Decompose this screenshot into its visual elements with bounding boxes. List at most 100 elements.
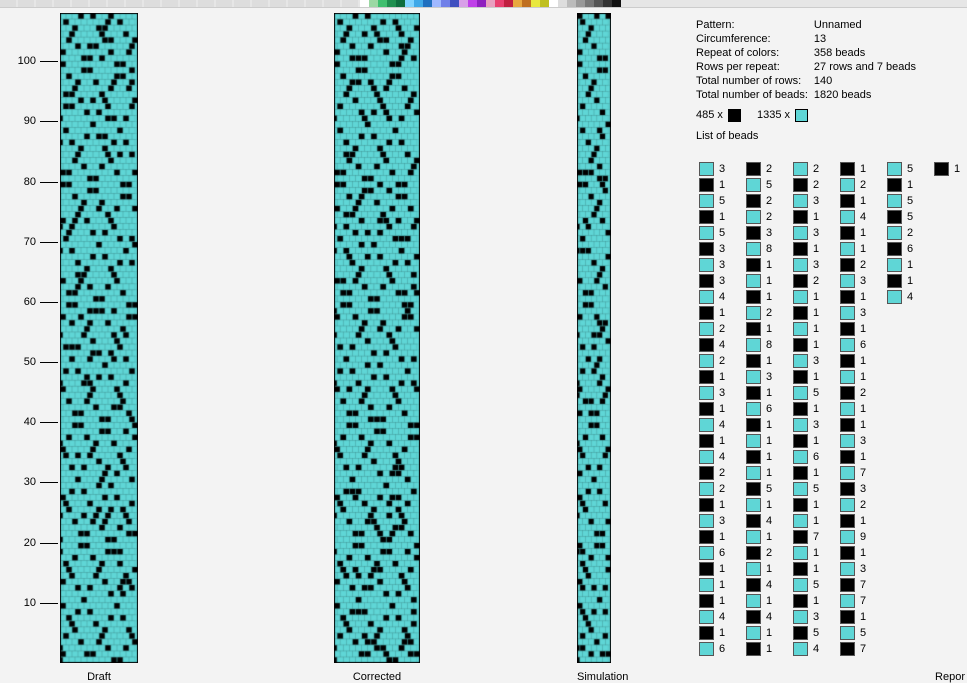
bead-list-item: 5 — [884, 161, 915, 177]
tool-button[interactable] — [126, 0, 142, 7]
bead-list-column: 2231313211113151316151171151354 — [790, 161, 821, 657]
palette-swatch[interactable] — [423, 0, 432, 7]
bead-swatch — [793, 242, 808, 256]
bead-swatch — [887, 194, 902, 208]
bead-count: 1 — [766, 531, 774, 543]
bead-swatch — [887, 274, 902, 288]
palette-swatch[interactable] — [441, 0, 450, 7]
bead-list-item: 1 — [790, 561, 821, 577]
palette-swatch[interactable] — [504, 0, 513, 7]
palette-swatch[interactable] — [360, 0, 369, 7]
bead-count: 5 — [907, 195, 915, 207]
bead-swatch — [699, 562, 714, 576]
bead-count: 1 — [813, 547, 821, 559]
bead-swatch — [793, 546, 808, 560]
palette-swatch[interactable] — [513, 0, 522, 7]
tool-button[interactable] — [342, 0, 358, 7]
bead-swatch — [840, 642, 855, 656]
tool-button[interactable] — [198, 0, 214, 7]
bead-count: 6 — [719, 547, 727, 559]
palette-swatch[interactable] — [549, 0, 558, 7]
bead-swatch — [699, 290, 714, 304]
tool-button[interactable] — [162, 0, 178, 7]
color-palette[interactable] — [360, 0, 621, 7]
palette-swatch[interactable] — [477, 0, 486, 7]
bead-list-item: 6 — [790, 449, 821, 465]
palette-swatch[interactable] — [468, 0, 477, 7]
ruler-tick-label: 30 — [24, 476, 36, 488]
palette-swatch[interactable] — [396, 0, 405, 7]
palette-swatch[interactable] — [495, 0, 504, 7]
tool-button[interactable] — [288, 0, 304, 7]
bead-count: 4 — [813, 643, 821, 655]
bead-count: 6 — [907, 243, 915, 255]
palette-swatch[interactable] — [378, 0, 387, 7]
tool-button[interactable] — [90, 0, 106, 7]
palette-swatch[interactable] — [414, 0, 423, 7]
bead-swatch — [699, 626, 714, 640]
tool-button[interactable] — [252, 0, 268, 7]
palette-swatch[interactable] — [432, 0, 441, 7]
bead-count: 1 — [719, 307, 727, 319]
palette-swatch[interactable] — [576, 0, 585, 7]
bead-swatch — [746, 354, 761, 368]
tool-button[interactable] — [180, 0, 196, 7]
palette-swatch[interactable] — [603, 0, 612, 7]
palette-swatch[interactable] — [486, 0, 495, 7]
bead-count: 4 — [860, 211, 868, 223]
bead-list-item: 1 — [790, 305, 821, 321]
palette-swatch[interactable] — [540, 0, 549, 7]
palette-swatch[interactable] — [531, 0, 540, 7]
bead-list-item: 5 — [837, 625, 868, 641]
palette-swatch[interactable] — [594, 0, 603, 7]
bead-swatch — [699, 530, 714, 544]
bead-swatch — [699, 162, 714, 176]
palette-swatch[interactable] — [405, 0, 414, 7]
bead-list-item: 4 — [696, 417, 727, 433]
palette-swatch[interactable] — [585, 0, 594, 7]
bead-list-item: 4 — [696, 449, 727, 465]
tool-button[interactable] — [306, 0, 322, 7]
palette-swatch[interactable] — [369, 0, 378, 7]
bead-swatch — [699, 210, 714, 224]
bead-swatch — [840, 578, 855, 592]
palette-swatch[interactable] — [522, 0, 531, 7]
bead-count: 1 — [860, 195, 868, 207]
tool-button[interactable] — [216, 0, 232, 7]
bead-count: 3 — [766, 371, 774, 383]
bead-count: 1 — [860, 371, 868, 383]
tool-button[interactable] — [72, 0, 88, 7]
palette-swatch[interactable] — [459, 0, 468, 7]
bead-count: 5 — [813, 387, 821, 399]
bead-count: 1 — [766, 275, 774, 287]
palette-swatch[interactable] — [612, 0, 621, 7]
bead-list-item: 1 — [837, 161, 868, 177]
tool-button[interactable] — [0, 0, 16, 7]
bead-count: 1 — [813, 339, 821, 351]
palette-swatch[interactable] — [567, 0, 576, 7]
palette-swatch[interactable] — [558, 0, 567, 7]
bead-swatch — [840, 386, 855, 400]
tool-button[interactable] — [18, 0, 34, 7]
bead-swatch — [746, 290, 761, 304]
tool-button[interactable] — [270, 0, 286, 7]
bead-swatch — [840, 338, 855, 352]
bead-swatch — [887, 162, 902, 176]
tool-button[interactable] — [234, 0, 250, 7]
tool-button[interactable] — [54, 0, 70, 7]
bead-list-column: 3151533341242131414221316111416 — [696, 161, 727, 657]
ruler-tick-label: 60 — [24, 296, 36, 308]
tool-button[interactable] — [144, 0, 160, 7]
bead-swatch — [793, 322, 808, 336]
tool-button[interactable] — [324, 0, 340, 7]
bead-count: 1 — [860, 243, 868, 255]
bead-swatch — [746, 562, 761, 576]
bead-count: 1 — [813, 595, 821, 607]
tool-button[interactable] — [108, 0, 124, 7]
bead-count: 4 — [719, 451, 727, 463]
tool-button[interactable] — [36, 0, 52, 7]
bead-count: 3 — [719, 243, 727, 255]
palette-swatch[interactable] — [387, 0, 396, 7]
palette-swatch[interactable] — [450, 0, 459, 7]
bead-count: 6 — [719, 643, 727, 655]
